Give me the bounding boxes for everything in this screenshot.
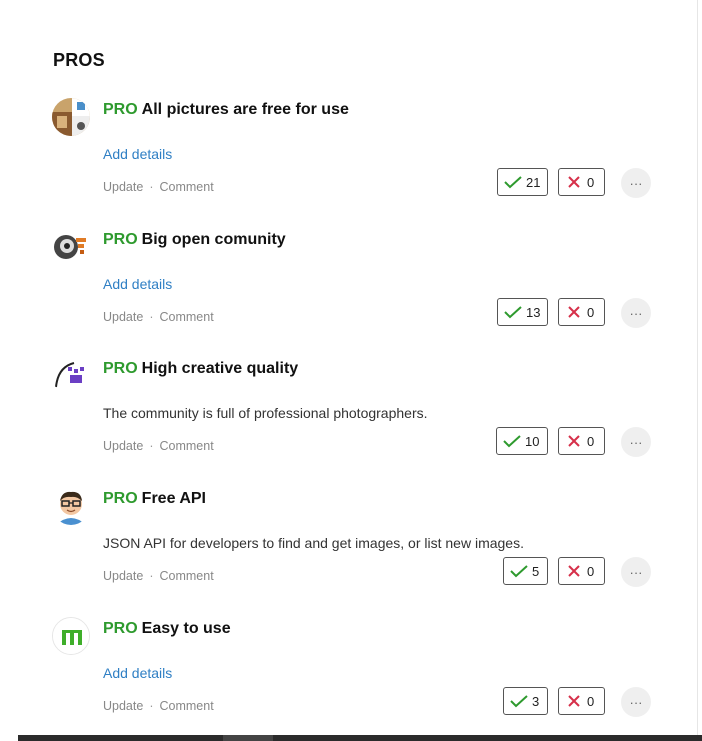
downvote-count: 0 [587,693,595,709]
pro-title-text: Big open comunity [141,231,286,248]
upvote-button[interactable]: 13 [497,298,548,326]
update-link[interactable]: Update [103,569,143,583]
cross-icon [568,435,580,447]
check-icon [503,435,521,448]
cross-icon [568,176,580,188]
separator-dot: · [149,569,154,583]
upvote-button[interactable]: 5 [503,557,548,585]
downvote-count: 0 [587,433,595,449]
separator-dot: · [149,439,154,453]
photo-collage-icon[interactable] [52,98,90,136]
item-actions: Update · Comment [103,439,214,453]
downvote-button[interactable]: 0 [558,427,605,455]
pro-title-text: High creative quality [141,360,299,377]
list-item: PRO Easy to use Add details Update · Commen… [0,617,702,737]
pro-title-text: Free API [141,490,206,507]
more-options-button[interactable]: ··· [621,298,651,328]
update-link[interactable]: Update [103,310,143,324]
cross-icon [568,695,580,707]
pro-title[interactable]: PRO High creative quality [103,360,298,378]
add-details-link[interactable]: Add details [103,665,172,681]
upvote-button[interactable]: 3 [503,687,548,715]
upvote-button[interactable]: 10 [496,427,548,455]
comment-link[interactable]: Comment [159,439,213,453]
comment-link[interactable]: Comment [159,699,213,713]
upvote-button[interactable]: 21 [497,168,548,196]
downvote-count: 0 [587,174,595,190]
horizontal-scrollbar[interactable] [18,735,702,741]
pro-tag: PRO [103,101,138,118]
more-options-button[interactable]: ··· [621,168,651,198]
pro-title[interactable]: PRO Free API [103,490,206,508]
more-options-button[interactable]: ··· [621,557,651,587]
list-item: PRO Big open comunity Add details Update ·… [0,228,702,348]
add-details-link[interactable]: Add details [103,276,172,292]
pro-title[interactable]: PRO Easy to use [103,620,231,638]
pro-title[interactable]: PRO All pictures are free for use [103,101,349,119]
more-options-button[interactable]: ··· [621,687,651,717]
comment-link[interactable]: Comment [159,180,213,194]
cross-icon [568,565,580,577]
pro-title-text: All pictures are free for use [141,101,349,118]
separator-dot: · [149,310,154,324]
downvote-count: 0 [587,563,595,579]
separator-dot: · [149,180,154,194]
pro-tag: PRO [103,620,138,637]
purple-pixel-avatar-icon[interactable] [52,357,90,395]
downvote-button[interactable]: 0 [558,687,605,715]
check-icon [504,306,522,319]
upvote-count: 21 [526,174,541,190]
pro-title-text: Easy to use [141,620,231,637]
pro-title[interactable]: PRO Big open comunity [103,231,286,249]
update-link[interactable]: Update [103,699,143,713]
item-actions: Update · Comment [103,569,214,583]
pro-description: JSON API for developers to find and get … [103,535,524,551]
pixel-art-avatar-icon[interactable] [52,228,90,266]
upvote-count: 5 [532,563,540,579]
list-item: PRO High creative quality The community i… [0,357,702,477]
item-actions: Update · Comment [103,180,214,194]
scrollbar-thumb[interactable] [223,735,273,741]
list-item: PRO Free API JSON API for developers to f… [0,487,702,607]
check-icon [504,176,522,189]
separator-dot: · [149,699,154,713]
pro-description: The community is full of professional ph… [103,405,428,421]
list-item: PRO All pictures are free for use Add det… [0,98,702,218]
downvote-button[interactable]: 0 [558,557,605,585]
upvote-count: 3 [532,693,540,709]
downvote-button[interactable]: 0 [558,168,605,196]
pro-tag: PRO [103,231,138,248]
upvote-count: 13 [526,304,541,320]
section-title-pros: PROS [53,50,105,70]
upvote-count: 10 [525,433,540,449]
pro-tag: PRO [103,360,138,377]
item-actions: Update · Comment [103,310,214,324]
update-link[interactable]: Update [103,439,143,453]
downvote-count: 0 [587,304,595,320]
more-options-button[interactable]: ··· [621,427,651,457]
update-link[interactable]: Update [103,180,143,194]
pro-tag: PRO [103,490,138,507]
item-actions: Update · Comment [103,699,214,713]
comment-link[interactable]: Comment [159,310,213,324]
check-icon [510,695,528,708]
downvote-button[interactable]: 0 [558,298,605,326]
check-icon [510,565,528,578]
comment-link[interactable]: Comment [159,569,213,583]
panel-divider [697,0,698,735]
cartoon-person-avatar-icon[interactable] [52,487,90,525]
add-details-link[interactable]: Add details [103,146,172,162]
cross-icon [568,306,580,318]
green-logo-avatar-icon[interactable] [52,617,90,655]
